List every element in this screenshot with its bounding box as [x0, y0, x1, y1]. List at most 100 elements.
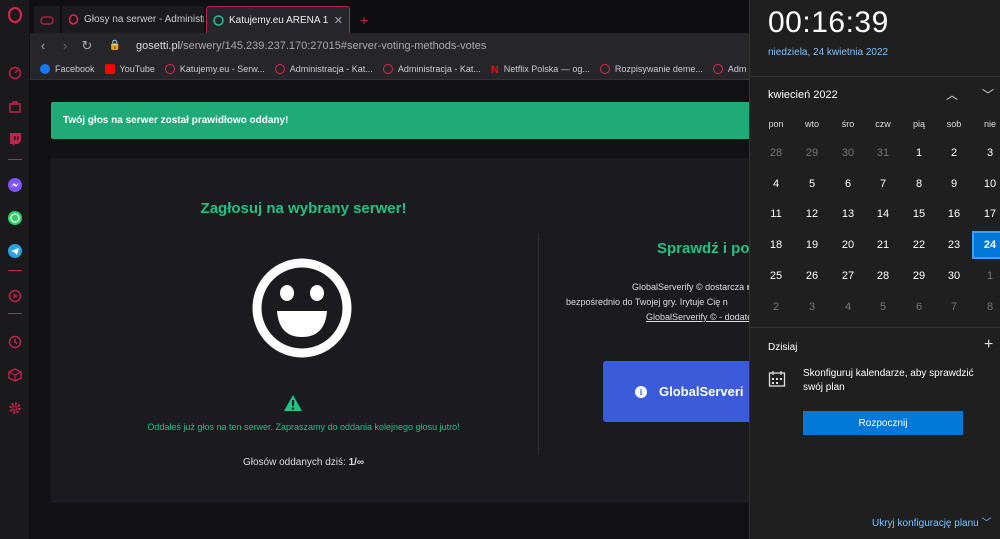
sidebar-divider	[8, 313, 22, 314]
url-field[interactable]: gosetti.pl/serwery/145.239.237.170:27015…	[136, 40, 486, 52]
chevron-down-icon[interactable]: ﹀	[982, 86, 994, 103]
calendar-day[interactable]: 2	[936, 139, 972, 167]
calendar-day[interactable]: 28	[758, 139, 794, 167]
bookmark-rozpisywanie[interactable]: Rozpisywanie deme...	[599, 63, 703, 74]
bookmark-facebook[interactable]: Facebook	[40, 63, 95, 74]
calendar-day[interactable]: 14	[865, 200, 901, 228]
calendar-day[interactable]: 17	[972, 200, 1000, 228]
back-icon[interactable]: ‹	[32, 38, 54, 53]
calendar-day[interactable]: 25	[758, 262, 794, 290]
opera-bookmark-icon	[712, 63, 723, 74]
new-tab-button[interactable]: +	[354, 6, 374, 33]
calendar-day[interactable]: 8	[972, 293, 1000, 321]
long-date-link[interactable]: niedziela, 24 kwietnia 2022	[768, 47, 888, 58]
bookmark-katujemy[interactable]: Katujemy.eu - Serw...	[164, 63, 265, 74]
messenger-icon[interactable]	[6, 176, 24, 194]
player-icon[interactable]	[6, 287, 24, 305]
twitch-icon[interactable]	[6, 130, 24, 148]
calendar-day[interactable]: 29	[794, 139, 830, 167]
calendar-day[interactable]: 2	[758, 293, 794, 321]
reload-icon[interactable]: ↻	[76, 38, 98, 54]
calendar-day[interactable]: 15	[901, 200, 937, 228]
calendar-day[interactable]: 6	[830, 170, 866, 198]
calendar-day[interactable]: 13	[830, 200, 866, 228]
calendar-day[interactable]: 31	[865, 139, 901, 167]
calendar-day[interactable]: 7	[936, 293, 972, 321]
history-icon[interactable]	[6, 333, 24, 351]
bookmark-label: Rozpisywanie deme...	[614, 63, 703, 74]
weekday-header: pon	[768, 119, 784, 129]
check-title: Sprawdź i po	[657, 240, 750, 257]
settings-icon[interactable]	[6, 399, 24, 417]
calendar-day[interactable]: 19	[794, 231, 830, 259]
calendar-day[interactable]: 9	[936, 170, 972, 198]
calendar-day[interactable]: 4	[830, 293, 866, 321]
browser-sidebar	[0, 0, 30, 539]
extensions-icon[interactable]	[6, 366, 24, 384]
bookmark-adm[interactable]: Adm	[712, 63, 747, 74]
weekday-header: wto	[804, 119, 819, 129]
tab-label: Głosy na serwer - Administr	[84, 14, 204, 25]
calendar-day[interactable]: 21	[865, 231, 901, 259]
start-button[interactable]: Rozpocznij	[803, 411, 963, 435]
calendar-day[interactable]: 18	[758, 231, 794, 259]
speed-dial-icon[interactable]	[6, 64, 24, 82]
opera-logo-icon[interactable]	[6, 6, 24, 24]
calendar-day[interactable]: 30	[830, 139, 866, 167]
weekday-header: sob	[946, 119, 962, 129]
close-tab-icon[interactable]: ✕	[334, 14, 343, 27]
calendar-day[interactable]: 12	[794, 200, 830, 228]
sidebar-divider	[8, 270, 22, 271]
calendar-day[interactable]: 3	[972, 139, 1000, 167]
calendar-day[interactable]: 30	[936, 262, 972, 290]
calendar-flyout: 00:16:39 niedziela, 24 kwietnia 2022 kwi…	[749, 0, 1000, 539]
bookmark-administracja-2[interactable]: Administracja - Kat...	[382, 63, 481, 74]
bookmark-label: Adm	[727, 63, 747, 74]
bookmark-administracja-1[interactable]: Administracja - Kat...	[274, 63, 373, 74]
tab-gamepad[interactable]	[34, 6, 60, 33]
address-bar: ‹ › ↻ 🔒 gosetti.pl/serwery/145.239.237.1…	[30, 33, 750, 58]
opera-bookmark-icon	[382, 63, 393, 74]
calendar-day[interactable]: 10	[972, 170, 1000, 198]
calendar-day[interactable]: 23	[936, 231, 972, 259]
calendar-day[interactable]: 7	[865, 170, 901, 198]
bookmark-netflix[interactable]: N Netflix Polska — og...	[491, 64, 590, 76]
lock-icon[interactable]: 🔒	[108, 40, 122, 51]
calendar-day[interactable]: 27	[830, 262, 866, 290]
calendar-day[interactable]: 1	[901, 139, 937, 167]
add-event-icon[interactable]: +	[984, 336, 993, 354]
forward-icon[interactable]: ›	[54, 38, 76, 53]
month-label[interactable]: kwiecień 2022	[768, 89, 838, 101]
globalserverify-button[interactable]: i GlobalServeri	[603, 361, 773, 422]
calendar-day[interactable]: 29	[901, 262, 937, 290]
calendar-day[interactable]: 5	[865, 293, 901, 321]
vote-title: Zagłosuj na wybrany serwer!	[200, 200, 407, 217]
calendar-day[interactable]: 5	[794, 170, 830, 198]
calendar-day[interactable]: 8	[901, 170, 937, 198]
votes-today: Głosów oddanych dziś: 1/∞	[51, 457, 556, 468]
hide-plan-link[interactable]: Ukryj konfigurację planu ﹀	[872, 514, 992, 529]
telegram-icon[interactable]	[6, 242, 24, 260]
calendar-day[interactable]: 4	[758, 170, 794, 198]
calendar-day-today[interactable]: 24	[972, 231, 1000, 259]
calendar-day[interactable]: 22	[901, 231, 937, 259]
globalserverify-link[interactable]: GlobalServerify © - dodate	[646, 312, 752, 322]
globalserverify-button-label: GlobalServeri	[659, 384, 744, 399]
calendar-day[interactable]: 28	[865, 262, 901, 290]
shopping-bag-icon[interactable]	[6, 97, 24, 115]
calendar-day[interactable]: 1	[972, 262, 1000, 290]
opera-bookmark-icon	[274, 63, 285, 74]
column-divider	[538, 234, 539, 454]
calendar-day[interactable]: 26	[794, 262, 830, 290]
bookmark-youtube[interactable]: YouTube	[104, 63, 155, 74]
tab-glosy[interactable]: Głosy na serwer - Administr	[62, 6, 204, 33]
calendar-day[interactable]: 11	[758, 200, 794, 228]
calendar-day[interactable]: 16	[936, 200, 972, 228]
whatsapp-icon[interactable]	[6, 209, 24, 227]
tab-katujemy[interactable]: Katujemy.eu ARENA 1v1 10 ✕	[206, 6, 350, 33]
calendar-day[interactable]: 20	[830, 231, 866, 259]
chevron-down-icon: ﹀	[981, 518, 992, 529]
calendar-day[interactable]: 6	[901, 293, 937, 321]
chevron-up-icon[interactable]: ︿	[946, 86, 958, 103]
calendar-day[interactable]: 3	[794, 293, 830, 321]
